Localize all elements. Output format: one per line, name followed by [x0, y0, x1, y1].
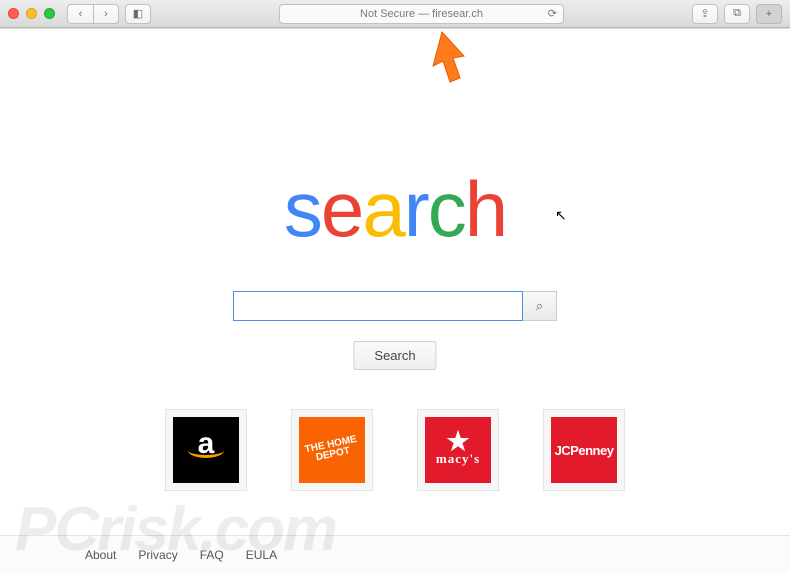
window-traffic-lights [8, 8, 55, 19]
tile-amazon[interactable]: a [165, 409, 247, 491]
logo-letter: s [284, 164, 321, 255]
browser-toolbar: ‹ › ◧ Not Secure — firesear.ch ⟳ ⇪ ⧉ + [0, 0, 790, 28]
address-text: Not Secure — firesear.ch [360, 8, 483, 20]
logo-letter: a [362, 164, 403, 255]
macys-logo-icon: ★ macy's [425, 417, 491, 483]
search-input[interactable] [233, 291, 523, 321]
address-bar[interactable]: Not Secure — firesear.ch ⟳ [279, 4, 564, 24]
logo-letter: r [404, 164, 428, 255]
search-bar-row: ⌕ [233, 291, 557, 321]
footer-link-privacy[interactable]: Privacy [138, 548, 177, 562]
sidebar-toggle-button[interactable]: ◧ [125, 4, 151, 24]
close-window-button[interactable] [8, 8, 19, 19]
footer-link-faq[interactable]: FAQ [200, 548, 224, 562]
footer-link-about[interactable]: About [85, 548, 116, 562]
jcpenney-logo-icon: JCPenney [551, 417, 617, 483]
back-button[interactable]: ‹ [67, 4, 93, 24]
mouse-cursor-icon: ↖ [555, 207, 567, 224]
new-tab-button[interactable]: + [756, 4, 782, 24]
search-icon-button[interactable]: ⌕ [523, 291, 557, 321]
logo-letter: h [465, 164, 506, 255]
minimize-window-button[interactable] [26, 8, 37, 19]
search-button[interactable]: Search [353, 341, 436, 370]
nav-back-forward-group: ‹ › [67, 4, 119, 24]
quick-link-tiles: a THE HOME DEPOT ★ macy's JCPenney [165, 409, 625, 491]
tile-macys[interactable]: ★ macy's [417, 409, 499, 491]
page-footer: About Privacy FAQ EULA [0, 535, 790, 573]
search-logo: search [284, 164, 506, 255]
share-button[interactable]: ⇪ [692, 4, 718, 24]
logo-letter: e [321, 164, 362, 255]
show-tabs-button[interactable]: ⧉ [724, 4, 750, 24]
home-depot-logo-icon: THE HOME DEPOT [299, 417, 365, 483]
annotation-arrow-icon [420, 28, 480, 100]
forward-button[interactable]: › [93, 4, 119, 24]
logo-letter: c [428, 164, 465, 255]
fullscreen-window-button[interactable] [44, 8, 55, 19]
page-content: search ↖ ⌕ Search a THE HOME DEPOT ★ mac… [0, 28, 790, 573]
tile-jcpenney[interactable]: JCPenney [543, 409, 625, 491]
amazon-logo-icon: a [173, 417, 239, 483]
footer-link-eula[interactable]: EULA [246, 548, 277, 562]
tile-home-depot[interactable]: THE HOME DEPOT [291, 409, 373, 491]
reload-icon[interactable]: ⟳ [548, 7, 557, 20]
